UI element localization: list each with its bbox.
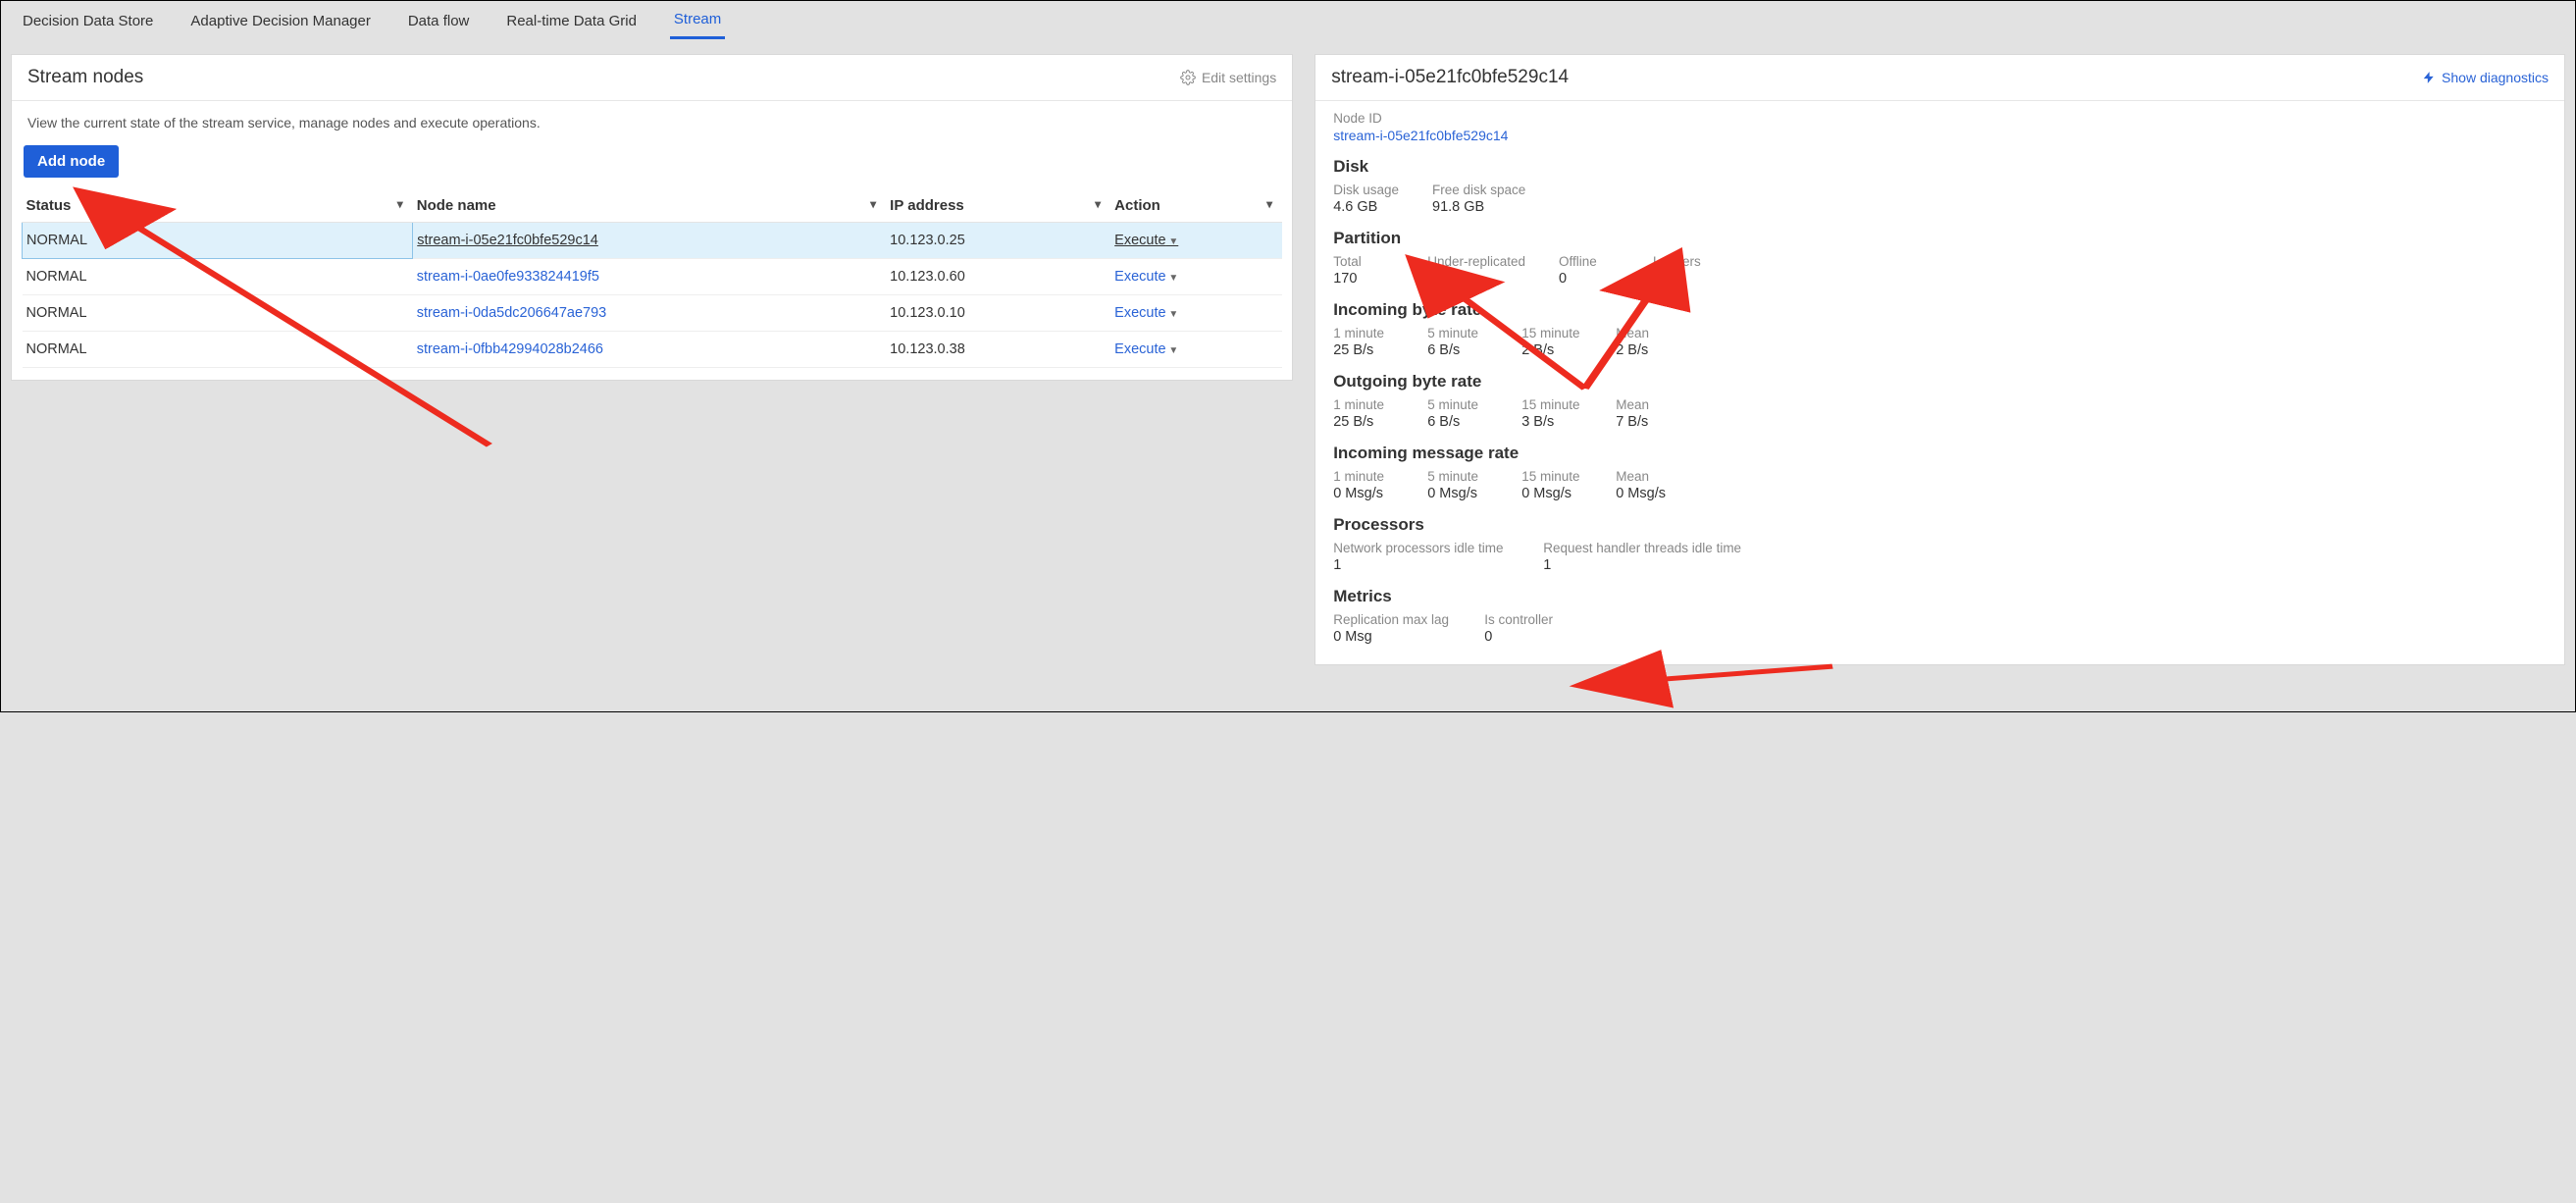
filter-icon[interactable]: ▾ <box>1266 197 1272 211</box>
edit-settings-button[interactable]: Edit settings <box>1180 70 1276 85</box>
processors-title: Processors <box>1333 515 2547 535</box>
nodes-table: Status▾ Node name▾ IP address▾ Action▾ N… <box>22 189 1282 368</box>
col-node-name[interactable]: Node name▾ <box>413 189 886 223</box>
ip-cell: 10.123.0.60 <box>886 259 1110 295</box>
lightning-icon <box>2422 70 2436 85</box>
status-cell: NORMAL <box>23 223 413 259</box>
incoming-msg-rate-title: Incoming message rate <box>1333 444 2547 463</box>
disk-usage-value: 4.6 GB <box>1333 199 1399 215</box>
status-cell: NORMAL <box>23 295 413 332</box>
table-row[interactable]: NORMALstream-i-0ae0fe933824419f5 10.123.0… <box>23 259 1283 295</box>
free-disk-value: 91.8 GB <box>1432 199 1525 215</box>
execute-action[interactable]: Execute <box>1114 233 1178 248</box>
edit-settings-label: Edit settings <box>1202 70 1276 85</box>
tab-stream[interactable]: Stream <box>670 2 725 39</box>
filter-icon[interactable]: ▾ <box>1095 197 1101 211</box>
node-name-link[interactable]: stream-i-0da5dc206647ae793 <box>417 305 606 321</box>
table-row[interactable]: NORMALstream-i-0fbb42994028b2466 10.123.0… <box>23 332 1283 368</box>
filter-icon[interactable]: ▾ <box>397 197 403 211</box>
tab-decision-data-store[interactable]: Decision Data Store <box>19 4 157 38</box>
detail-title: stream-i-05e21fc0bfe529c14 <box>1331 67 1569 88</box>
table-row[interactable]: NORMALstream-i-0da5dc206647ae793 10.123.0… <box>23 295 1283 332</box>
table-row[interactable]: NORMAL stream-i-05e21fc0bfe529c14 10.123.0… <box>23 223 1283 259</box>
show-diagnostics-label: Show diagnostics <box>2442 70 2549 85</box>
ip-cell: 10.123.0.38 <box>886 332 1110 368</box>
outgoing-byte-rate-title: Outgoing byte rate <box>1333 372 2547 392</box>
tab-adaptive-decision-manager[interactable]: Adaptive Decision Manager <box>186 4 374 38</box>
incoming-byte-rate-title: Incoming byte rate <box>1333 300 2547 320</box>
panel-description: View the current state of the stream ser… <box>12 101 1292 132</box>
gear-icon <box>1180 70 1196 85</box>
free-disk-label: Free disk space <box>1432 183 1525 197</box>
execute-action[interactable]: Execute <box>1114 305 1178 321</box>
status-cell: NORMAL <box>23 259 413 295</box>
node-id-label: Node ID <box>1333 111 2547 126</box>
panel-title: Stream nodes <box>27 67 143 88</box>
show-diagnostics-button[interactable]: Show diagnostics <box>2422 70 2549 85</box>
col-status[interactable]: Status▾ <box>23 189 413 223</box>
execute-action[interactable]: Execute <box>1114 341 1178 357</box>
metrics-title: Metrics <box>1333 587 2547 606</box>
ip-cell: 10.123.0.25 <box>886 223 1110 259</box>
node-name-link[interactable]: stream-i-0fbb42994028b2466 <box>417 341 603 357</box>
ip-cell: 10.123.0.10 <box>886 295 1110 332</box>
add-node-button[interactable]: Add node <box>24 145 119 178</box>
tab-data-flow[interactable]: Data flow <box>404 4 474 38</box>
stream-nodes-panel: Stream nodes Edit settings View the curr… <box>11 54 1293 381</box>
execute-action[interactable]: Execute <box>1114 269 1178 285</box>
col-ip[interactable]: IP address▾ <box>886 189 1110 223</box>
disk-title: Disk <box>1333 157 2547 177</box>
partition-title: Partition <box>1333 229 2547 248</box>
node-id-link[interactable]: stream-i-05e21fc0bfe529c14 <box>1333 128 1508 143</box>
top-tabs: Decision Data Store Adaptive Decision Ma… <box>1 1 2575 40</box>
filter-icon[interactable]: ▾ <box>870 197 876 211</box>
tab-realtime-data-grid[interactable]: Real-time Data Grid <box>502 4 641 38</box>
node-detail-panel: stream-i-05e21fc0bfe529c14 Show diagnost… <box>1314 54 2565 665</box>
node-name-link[interactable]: stream-i-05e21fc0bfe529c14 <box>417 233 598 248</box>
node-name-link[interactable]: stream-i-0ae0fe933824419f5 <box>417 269 599 285</box>
status-cell: NORMAL <box>23 332 413 368</box>
disk-usage-label: Disk usage <box>1333 183 1399 197</box>
col-action[interactable]: Action▾ <box>1110 189 1282 223</box>
